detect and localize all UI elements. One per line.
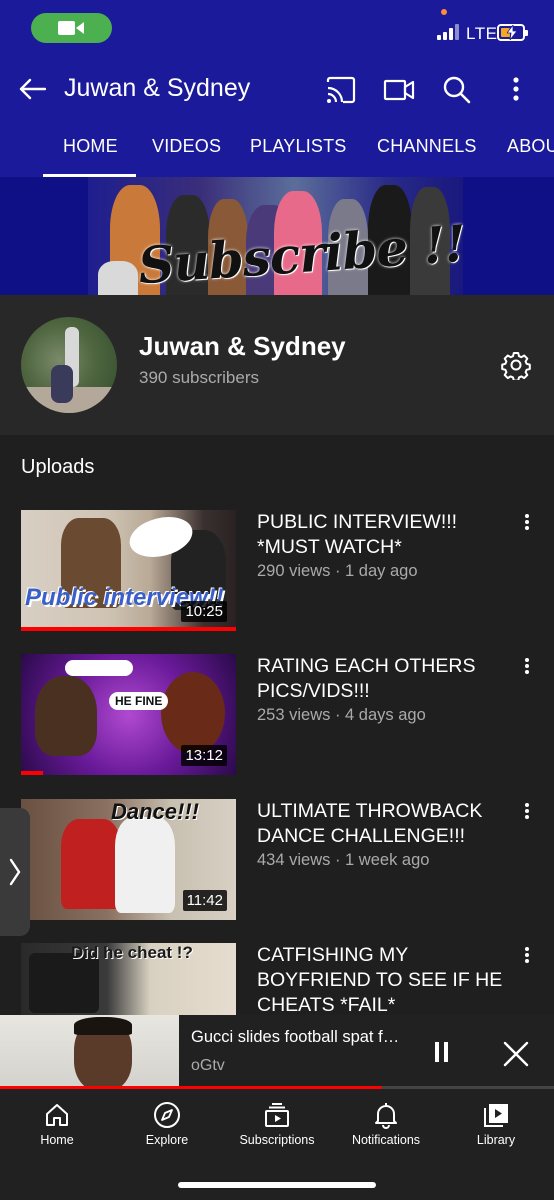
privacy-dot (441, 9, 447, 15)
watch-progress-bar (21, 771, 43, 775)
video-thumbnail[interactable]: Dance!!! 11:42 (21, 799, 236, 920)
mini-player-thumbnail[interactable] (0, 1015, 179, 1088)
tab-channels[interactable]: CHANNELS (377, 136, 477, 157)
more-vert-icon[interactable] (520, 656, 534, 676)
video-duration: 11:42 (182, 890, 227, 911)
camera-in-use-pill[interactable] (31, 13, 112, 43)
tab-home[interactable]: HOME (63, 136, 118, 157)
video-title[interactable]: ULTIMATE THROWBACK DANCE CHALLENGE!!! (257, 799, 517, 849)
nav-label: Explore (145, 1133, 189, 1147)
video-camera-icon (58, 21, 84, 35)
mini-player[interactable]: Gucci slides football spat ft.... oGtv (0, 1015, 554, 1092)
more-vert-icon[interactable] (520, 512, 534, 532)
mini-player-title[interactable]: Gucci slides football spat ft.... (191, 1028, 403, 1047)
close-icon[interactable] (503, 1041, 529, 1067)
video-thumbnail[interactable]: Did he cheat !? (21, 943, 236, 1015)
channel-tabs: HOME VIDEOS PLAYLISTS CHANNELS ABOUT (0, 132, 554, 177)
channel-title: Juwan & Sydney (64, 74, 251, 102)
nav-subscriptions[interactable]: Subscriptions (222, 1089, 332, 1159)
nav-label: Home (40, 1133, 74, 1147)
nav-label: Library (476, 1133, 516, 1147)
nav-home[interactable]: Home (2, 1089, 112, 1159)
video-item[interactable]: HE FINE 13:12 RATING EACH OTHERS PICS/VI… (0, 654, 554, 784)
channel-header: Juwan & Sydney 390 subscribers (0, 295, 554, 435)
upload-video-icon[interactable] (382, 74, 416, 106)
subscriptions-icon (265, 1103, 289, 1127)
video-item[interactable]: Public interview!! 10:25 PUBLIC INTERVIE… (0, 510, 554, 640)
video-duration: 13:12 (181, 745, 227, 766)
video-title[interactable]: RATING EACH OTHERS PICS/VIDS!!! (257, 654, 517, 704)
edge-panel-handle[interactable] (0, 808, 30, 936)
more-vert-icon[interactable] (499, 74, 533, 106)
video-item[interactable]: Dance!!! 11:42 ULTIMATE THROWBACK DANCE … (0, 799, 554, 929)
gear-icon[interactable] (501, 350, 531, 380)
video-thumbnail[interactable]: HE FINE 13:12 (21, 654, 236, 775)
video-duration: 10:25 (181, 601, 227, 622)
channel-avatar[interactable] (21, 317, 117, 413)
library-icon (484, 1104, 508, 1127)
video-title[interactable]: PUBLIC INTERVIEW!!! *MUST WATCH* (257, 510, 517, 560)
nav-library[interactable]: Library (441, 1089, 551, 1159)
nav-label: Notifications (351, 1133, 421, 1147)
channel-banner: Subscribe !! (0, 177, 554, 295)
channel-name: Juwan & Sydney (139, 331, 346, 361)
home-icon (46, 1104, 68, 1126)
bell-icon (375, 1103, 397, 1129)
compass-icon (154, 1102, 180, 1128)
more-vert-icon[interactable] (520, 945, 534, 965)
tab-about[interactable]: ABOUT (507, 136, 554, 157)
battery-icon (497, 24, 528, 41)
nav-explore[interactable]: Explore (112, 1089, 222, 1159)
search-icon[interactable] (440, 74, 474, 106)
video-meta: 253 views · 4 days ago (257, 706, 426, 724)
tab-playlists[interactable]: PLAYLISTS (250, 136, 347, 157)
thumbnail-caption: Did he cheat !? (71, 943, 193, 962)
back-arrow-icon[interactable] (18, 77, 46, 101)
cast-icon[interactable] (324, 74, 358, 106)
video-meta: 434 views · 1 week ago (257, 851, 430, 869)
watch-progress-bar (21, 627, 236, 631)
video-meta: 290 views · 1 day ago (257, 562, 418, 580)
pause-icon[interactable] (432, 1042, 450, 1064)
network-type: LTE (466, 24, 498, 43)
uploads-heading: Uploads (21, 456, 95, 478)
more-vert-icon[interactable] (520, 801, 534, 821)
video-title[interactable]: CATFISHING MY BOYFRIEND TO SEE IF HE CHE… (257, 943, 517, 1018)
tab-videos[interactable]: VIDEOS (152, 136, 221, 157)
nav-label: Subscriptions (239, 1133, 315, 1147)
nav-notifications[interactable]: Notifications (331, 1089, 441, 1159)
signal-icon (437, 24, 463, 40)
home-indicator[interactable] (178, 1182, 376, 1188)
chevron-right-icon (9, 858, 21, 886)
app-bar: Juwan & Sydney HOME VIDEOS PLAYLISTS CHA… (0, 62, 554, 177)
video-thumbnail[interactable]: Public interview!! 10:25 (21, 510, 236, 631)
subscriber-count: 390 subscribers (139, 368, 260, 387)
thumbnail-caption: Dance!!! (111, 799, 200, 824)
mini-player-channel: oGtv (191, 1057, 225, 1074)
thumbnail-caption: HE FINE (109, 692, 169, 710)
status-bar: LTE (0, 0, 554, 62)
